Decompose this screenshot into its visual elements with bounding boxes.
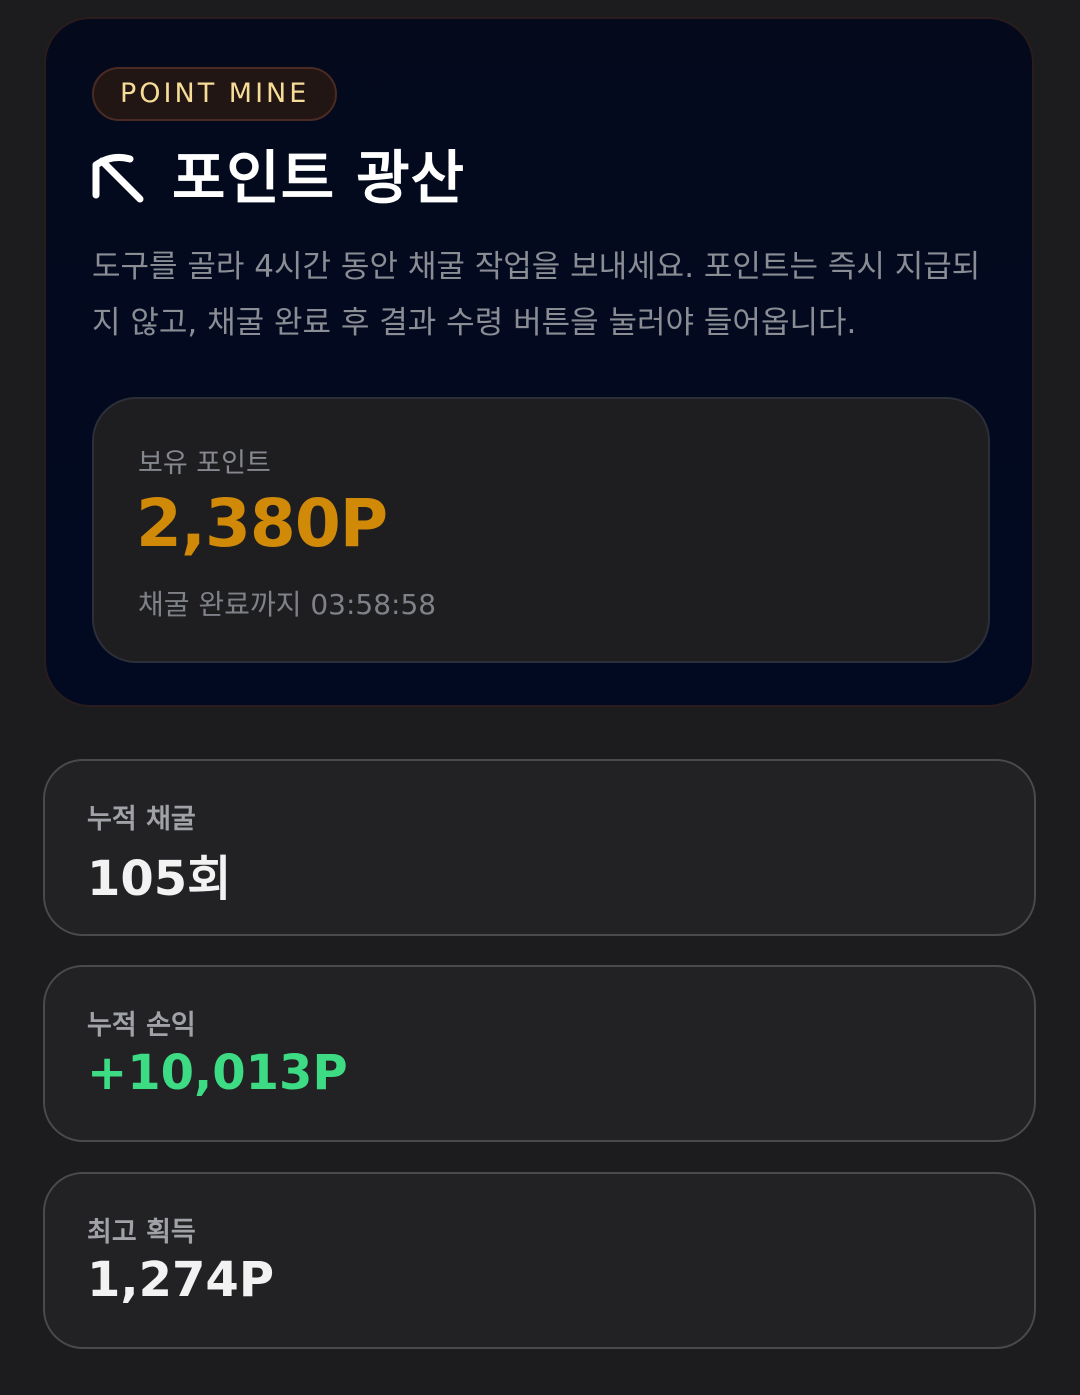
stat-card-total-mining: 누적 채굴 105회 <box>43 759 1036 936</box>
page-title-row: 포인트 광산 <box>92 143 465 213</box>
stat-label: 최고 획득 <box>87 1217 196 1248</box>
mining-countdown: 채굴 완료까지 03:58:58 <box>138 588 437 621</box>
point-balance-card: 보유 포인트 2,380P 채굴 완료까지 03:58:58 <box>92 397 990 663</box>
mine-hero-card: POINT MINE 포인트 광산 도구를 골라 4시간 동안 채굴 작업을 보… <box>44 17 1034 707</box>
stat-card-total-profit: 누적 손익 +10,013P <box>43 965 1036 1142</box>
stat-label: 누적 채굴 <box>87 804 196 835</box>
stat-value: 1,274P <box>87 1252 275 1308</box>
pickaxe-icon <box>92 154 144 203</box>
stat-card-best-gain: 최고 획득 1,274P <box>43 1172 1036 1349</box>
balance-label: 보유 포인트 <box>138 448 271 479</box>
stat-label: 누적 손익 <box>87 1010 196 1041</box>
point-mine-badge: POINT MINE <box>92 67 338 121</box>
page-title: 포인트 광산 <box>172 144 465 212</box>
stat-value: 105회 <box>87 851 232 907</box>
stat-value: +10,013P <box>87 1045 348 1101</box>
balance-value: 2,380P <box>136 485 388 562</box>
page-description: 도구를 골라 4시간 동안 채굴 작업을 보내세요. 포인트는 즉시 지급되지 … <box>92 249 981 341</box>
